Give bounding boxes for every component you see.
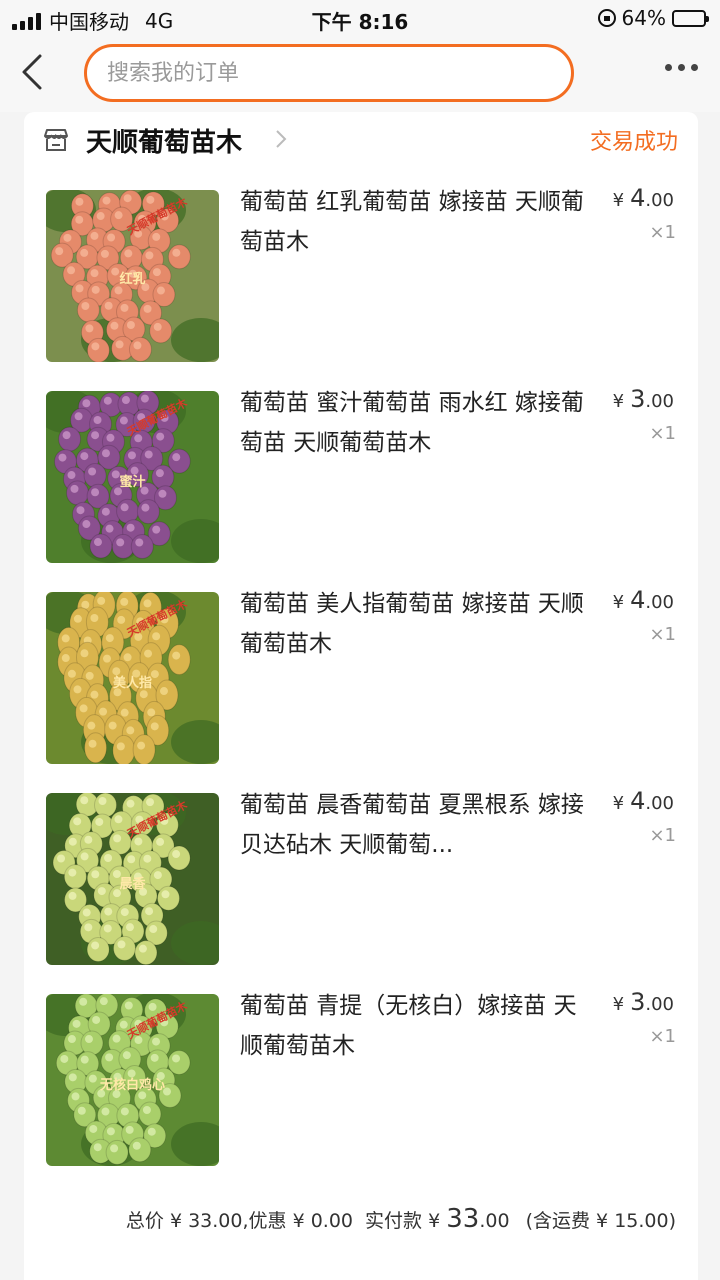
- price-currency: ¥: [612, 592, 625, 613]
- order-item[interactable]: 天顺葡萄苗木 晨香 葡萄苗 晨香葡萄苗 夏黑根系 嫁接 贝达砧木 天顺葡萄... ¥4…: [24, 781, 698, 981]
- paid-amount-int: 33: [446, 1204, 480, 1234]
- product-title[interactable]: 葡萄苗 蜜汁葡萄苗 雨水红 嫁接葡萄苗 天顺葡萄苗木: [240, 383, 595, 463]
- product-image[interactable]: 天顺葡萄苗木 蜜汁: [46, 391, 219, 563]
- price-currency: ¥: [612, 190, 625, 211]
- price-integer: 4: [630, 184, 646, 212]
- product-title[interactable]: 葡萄苗 红乳葡萄苗 嫁接苗 天顺葡萄苗木: [240, 182, 595, 262]
- status-right: 64%: [597, 6, 709, 30]
- product-title[interactable]: 葡萄苗 晨香葡萄苗 夏黑根系 嫁接 贝达砧木 天顺葡萄...: [240, 785, 595, 865]
- product-image[interactable]: 天顺葡萄苗木 无核白鸡心: [46, 994, 219, 1166]
- shipping-fee: (含运费 ¥ 15.00): [525, 1210, 676, 1232]
- rotation-lock-icon: [597, 9, 616, 27]
- price-decimal: .00: [645, 793, 674, 814]
- nav-bar: [0, 36, 720, 112]
- shop-header: 天顺葡萄苗木 交易成功: [24, 112, 698, 170]
- product-quantity: ×1: [649, 423, 676, 444]
- product-price: ¥4.00: [613, 787, 674, 815]
- order-item[interactable]: 天顺葡萄苗木 蜜汁 葡萄苗 蜜汁葡萄苗 雨水红 嫁接葡萄苗 天顺葡萄苗木 ¥3.00 ×…: [24, 379, 698, 579]
- product-image[interactable]: 天顺葡萄苗木 红乳: [46, 190, 219, 362]
- order-item[interactable]: 天顺葡萄苗木 红乳 葡萄苗 红乳葡萄苗 嫁接苗 天顺葡萄苗木 ¥4.00 ×1: [24, 178, 698, 378]
- order-card: 天顺葡萄苗木 交易成功 天顺葡萄苗木 红乳 葡萄苗 红乳葡萄苗 嫁接苗 天顺葡萄苗木…: [24, 112, 698, 1280]
- more-options-button[interactable]: [665, 64, 698, 71]
- price-integer: 3: [630, 385, 646, 413]
- image-variety-label: 无核白鸡心: [99, 1078, 165, 1093]
- paid-label: 实付款: [365, 1210, 423, 1232]
- product-quantity: ×1: [649, 222, 676, 243]
- product-price: ¥3.00: [613, 988, 674, 1016]
- product-price: ¥4.00: [613, 586, 674, 614]
- product-quantity: ×1: [649, 1026, 676, 1047]
- search-input[interactable]: [107, 60, 571, 86]
- order-summary: 总价 ¥ 33.00,优惠 ¥ 0.00 实付款 ¥ 33.00 (含运费 ¥ …: [126, 1204, 676, 1234]
- more-dot-icon: [665, 64, 672, 71]
- total-label: 总价: [125, 1210, 164, 1232]
- price-integer: 4: [630, 586, 646, 614]
- paid-amount-dec: .00: [479, 1210, 510, 1232]
- image-variety-label: 晨香: [119, 877, 146, 892]
- product-title[interactable]: 葡萄苗 青提（无核白）嫁接苗 天顺葡萄苗木: [240, 986, 595, 1066]
- price-decimal: .00: [645, 391, 674, 412]
- order-item[interactable]: 天顺葡萄苗木 美人指 葡萄苗 美人指葡萄苗 嫁接苗 天顺葡萄苗木 ¥4.00 ×1: [24, 580, 698, 780]
- price-decimal: .00: [645, 190, 674, 211]
- more-dot-icon: [691, 64, 698, 71]
- product-price: ¥3.00: [613, 385, 674, 413]
- price-integer: 4: [630, 787, 646, 815]
- paid-currency: ¥: [428, 1210, 441, 1232]
- price-decimal: .00: [645, 994, 674, 1015]
- product-quantity: ×1: [649, 624, 676, 645]
- price-integer: 3: [630, 988, 646, 1016]
- price-currency: ¥: [612, 391, 625, 412]
- product-image[interactable]: 天顺葡萄苗木 美人指: [46, 592, 219, 764]
- discount-label: ,优惠: [242, 1210, 287, 1232]
- chevron-right-icon[interactable]: [274, 128, 288, 150]
- status-bar: 中国移动 4G 下午 8:16 64%: [0, 0, 720, 36]
- price-currency: ¥: [612, 994, 625, 1015]
- image-variety-label: 蜜汁: [119, 475, 146, 490]
- product-image[interactable]: 天顺葡萄苗木 晨香: [46, 793, 219, 965]
- order-status: 交易成功: [589, 130, 678, 155]
- discount-value: ¥ 0.00: [292, 1210, 353, 1232]
- battery-icon: [672, 9, 709, 27]
- order-item[interactable]: 天顺葡萄苗木 无核白鸡心 葡萄苗 青提（无核白）嫁接苗 天顺葡萄苗木 ¥3.00 ×1: [24, 982, 698, 1182]
- more-dot-icon: [678, 64, 685, 71]
- product-quantity: ×1: [649, 825, 676, 846]
- image-variety-label: 美人指: [112, 676, 152, 691]
- store-icon: [44, 129, 68, 151]
- back-arrow-icon: [22, 54, 42, 90]
- battery-percent: 64%: [621, 6, 666, 30]
- product-title[interactable]: 葡萄苗 美人指葡萄苗 嫁接苗 天顺葡萄苗木: [240, 584, 595, 664]
- search-box[interactable]: [84, 44, 574, 102]
- product-price: ¥4.00: [613, 184, 674, 212]
- shop-name[interactable]: 天顺葡萄苗木: [86, 122, 242, 159]
- price-currency: ¥: [612, 793, 625, 814]
- price-decimal: .00: [645, 592, 674, 613]
- image-variety-label: 红乳: [119, 272, 146, 287]
- back-button[interactable]: [18, 52, 58, 96]
- total-value: ¥ 33.00: [169, 1210, 243, 1232]
